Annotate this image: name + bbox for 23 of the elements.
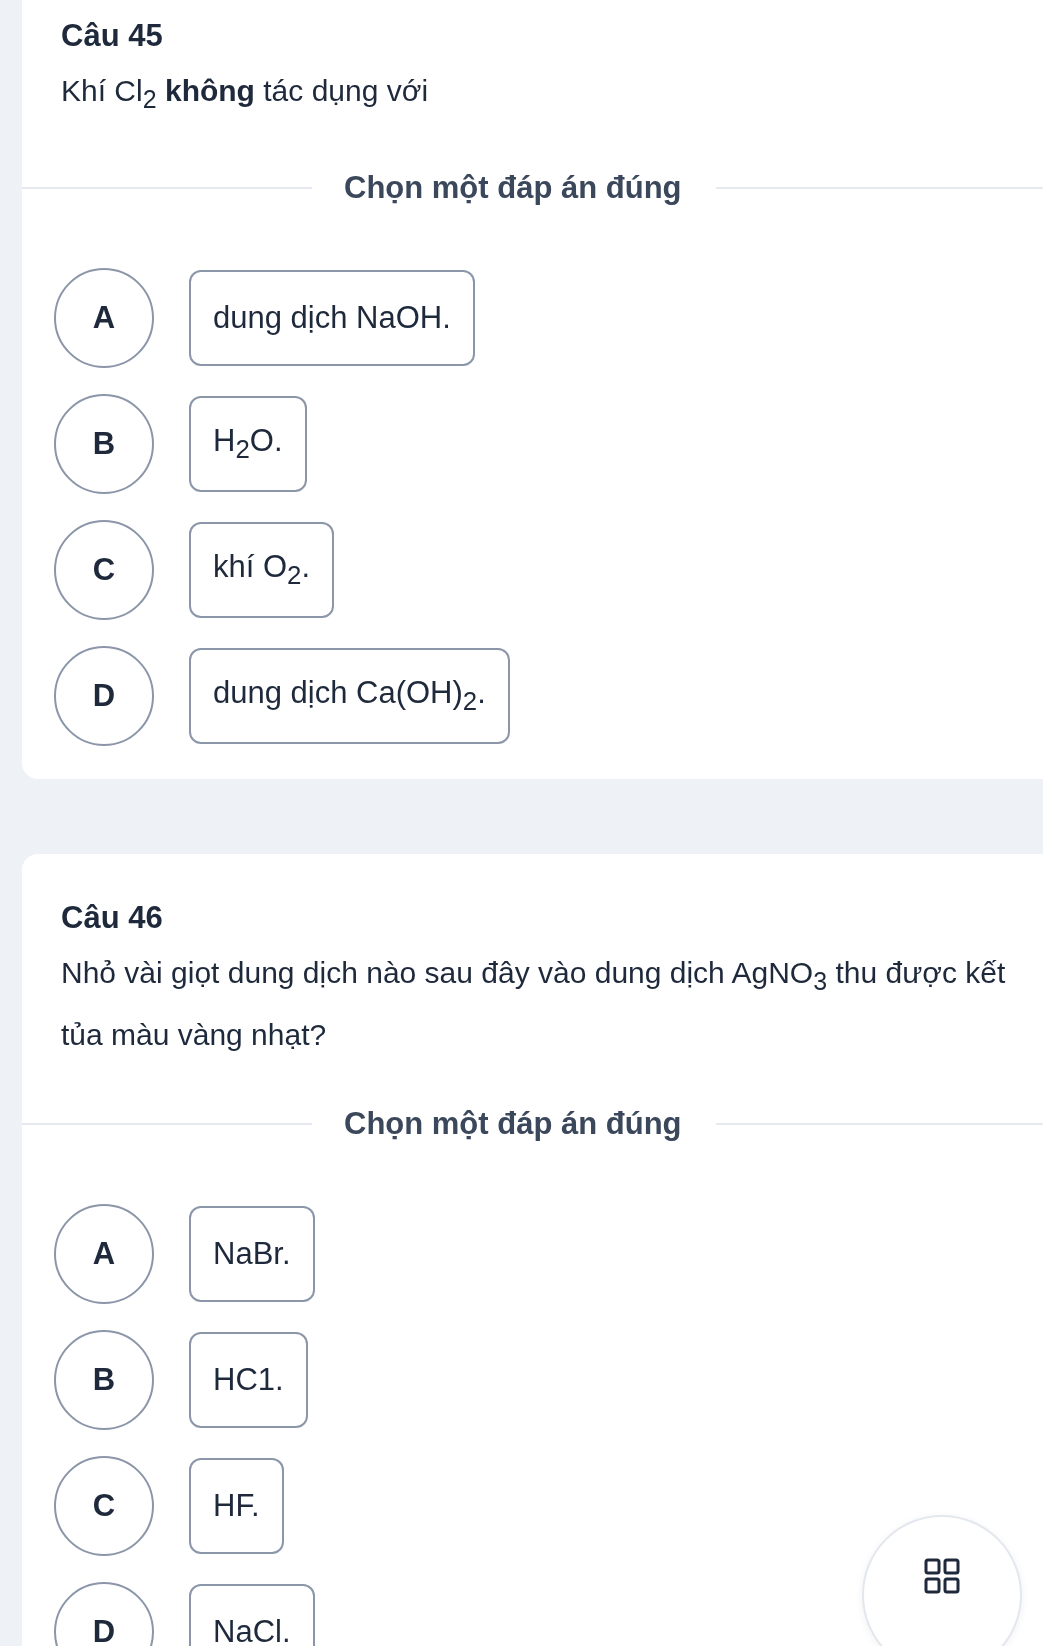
question-number: Câu 45 <box>60 17 164 55</box>
grid-icon <box>924 1558 960 1594</box>
option-letter-button[interactable]: D <box>54 646 154 746</box>
question-text: Nhỏ vài giọt dung dịch nào sau đây vào dung dịch AgNO$_{3}$ thu được kết tủa màu vàng nhạt? <box>60 955 1007 1053</box>
answer-prompt: Chọn một đáp án đúng <box>343 1106 683 1142</box>
option-letter-button[interactable]: B <box>54 1330 154 1430</box>
answer-option[interactable]: khí O$_{2}$. <box>189 522 335 618</box>
option-letter-button[interactable]: C <box>54 1456 154 1556</box>
answer-option[interactable]: NaCl. <box>189 1584 315 1646</box>
answer-option[interactable]: NaBr. <box>189 1206 315 1302</box>
option-letter-button[interactable]: C <box>54 520 154 620</box>
answer-option[interactable]: H$_{2}$O. <box>189 396 307 492</box>
option-letter-button[interactable]: B <box>54 394 154 494</box>
option-letter-button[interactable]: D <box>54 1582 154 1646</box>
option-letter-button[interactable]: A <box>54 268 154 368</box>
answer-option[interactable]: dung dịch NaOH. <box>189 270 475 366</box>
question-text: Khí Cl$_{2}$ không tác dụng với <box>60 73 430 115</box>
question-number: Câu 46 <box>60 899 164 937</box>
option-letter-button[interactable]: A <box>54 1204 154 1304</box>
answer-prompt: Chọn một đáp án đúng <box>343 170 683 206</box>
answer-option[interactable]: dung dịch Ca(OH)$_{2}$. <box>189 648 510 744</box>
answer-option[interactable]: HF. <box>189 1458 284 1554</box>
answer-option[interactable]: HC1. <box>189 1332 308 1428</box>
